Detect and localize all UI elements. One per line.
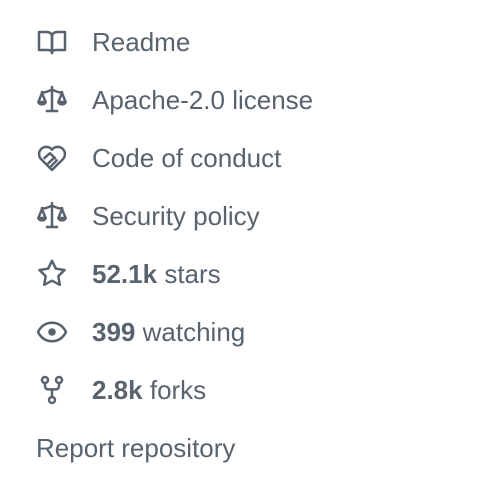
stars-link[interactable]: 52.1k stars xyxy=(36,254,221,294)
watching-text: watching xyxy=(142,317,246,347)
report-repository-label: Report repository xyxy=(36,433,236,463)
stars-text: stars xyxy=(164,259,221,289)
forks-count: 2.8k xyxy=(92,375,143,405)
stars-count: 52.1k xyxy=(92,259,158,289)
code-of-conduct-link[interactable]: Code of conduct xyxy=(36,138,281,178)
security-policy-label: Security policy xyxy=(92,201,260,231)
license-label: Apache-2.0 license xyxy=(92,85,314,115)
forks-text: forks xyxy=(149,375,207,405)
forks-link[interactable]: 2.8k forks xyxy=(36,370,206,410)
law-icon xyxy=(36,200,68,232)
code-of-conduct-label: Code of conduct xyxy=(92,143,282,173)
license-link[interactable]: Apache-2.0 license xyxy=(36,80,313,120)
forks-label: 2.8k forks xyxy=(92,374,206,406)
stars-label: 52.1k stars xyxy=(92,258,221,290)
report-repository-link[interactable]: Report repository xyxy=(36,428,235,468)
readme-label: Readme xyxy=(92,27,191,57)
law-icon xyxy=(36,84,68,116)
book-icon xyxy=(36,26,68,58)
repository-about-sidebar: Readme Apache-2.0 license Code of conduc… xyxy=(0,0,504,502)
readme-link[interactable]: Readme xyxy=(36,22,190,62)
watching-link[interactable]: 399 watching xyxy=(36,312,245,352)
eye-icon xyxy=(36,316,68,348)
star-icon xyxy=(36,258,68,290)
repo-forked-icon xyxy=(36,374,68,406)
security-policy-link[interactable]: Security policy xyxy=(36,196,260,236)
watching-label: 399 watching xyxy=(92,316,245,348)
watching-count: 399 xyxy=(92,317,136,347)
code-of-conduct-icon xyxy=(36,142,68,174)
